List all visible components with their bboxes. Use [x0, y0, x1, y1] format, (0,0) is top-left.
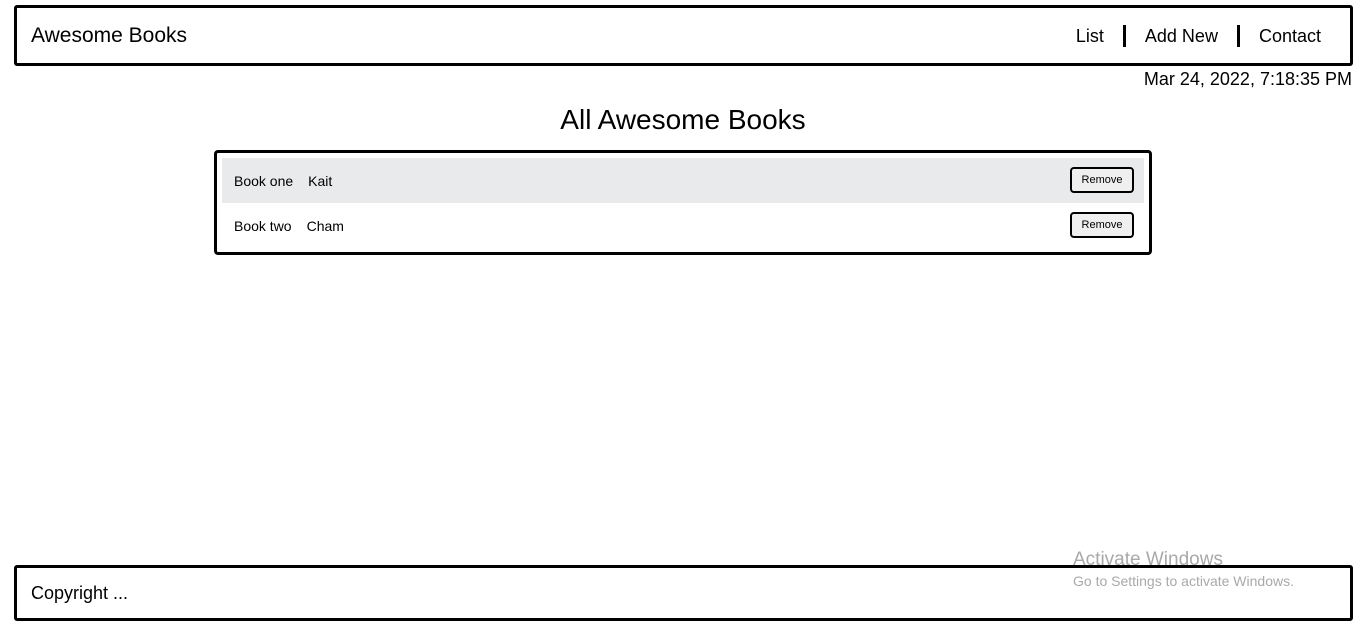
footer: Copyright ...	[14, 565, 1353, 621]
copyright-text: Copyright ...	[31, 583, 129, 603]
nav-link-add-new[interactable]: Add New	[1126, 24, 1237, 48]
book-row: Book one Kait Remove	[222, 158, 1144, 203]
page-title: All Awesome Books	[560, 104, 806, 135]
remove-button[interactable]: Remove	[1070, 167, 1134, 193]
book-title: Book two	[234, 217, 292, 234]
book-author: Cham	[306, 217, 344, 234]
book-row: Book two Cham Remove	[222, 203, 1144, 248]
remove-button[interactable]: Remove	[1070, 212, 1134, 238]
book-title: Book one	[234, 172, 294, 189]
nav-link-contact[interactable]: Contact	[1240, 24, 1321, 48]
nav-link-list[interactable]: List	[1076, 24, 1123, 48]
book-list: Book one Kait Remove Book two Cham Remov…	[214, 150, 1152, 255]
nav-links: List Add New Contact	[1076, 24, 1321, 48]
brand-logo[interactable]: Awesome Books	[31, 23, 187, 49]
current-datetime: Mar 24, 2022, 7:18:35 PM	[1143, 69, 1352, 89]
navbar: Awesome Books List Add New Contact	[14, 5, 1353, 66]
book-author: Kait	[308, 172, 333, 189]
